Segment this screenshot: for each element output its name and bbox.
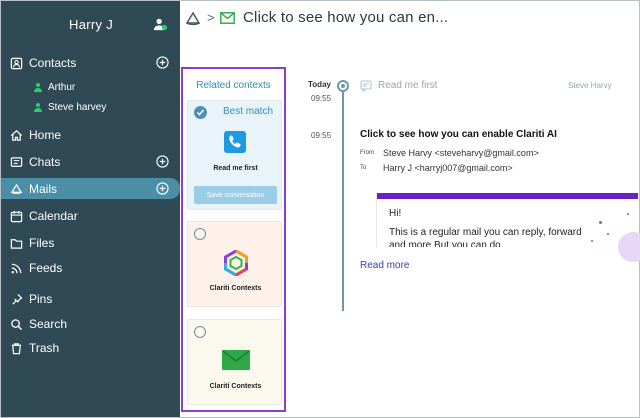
mail-body-greeting: Hi! xyxy=(389,208,402,219)
sidebar-item-label: Search xyxy=(29,317,68,331)
mail-to-label: To xyxy=(360,165,367,171)
timeline-time: 09:55 xyxy=(311,94,332,103)
sidebar-item-label: Trash xyxy=(29,341,60,355)
phone-icon xyxy=(224,131,246,153)
unselected-radio[interactable] xyxy=(194,228,206,240)
user-name: Harry J xyxy=(69,17,113,32)
related-contexts-title: Related contexts xyxy=(196,80,271,91)
sidebar-item-files[interactable]: Files xyxy=(9,233,54,253)
folder-icon xyxy=(9,236,23,250)
mail-to-value: Harry J <harryj007@gmail.com> xyxy=(383,163,513,173)
sidebar-item-label: Home xyxy=(29,128,62,142)
sidebar-item-label: Chats xyxy=(29,155,61,169)
related-contexts-panel: Related contexts Best match Read me firs… xyxy=(181,67,286,412)
context-card-label: Clariti Contexts xyxy=(209,383,262,390)
mail-subject[interactable]: Click to see how you can enable Clariti … xyxy=(360,129,557,140)
sidebar-item-chats[interactable]: Chats xyxy=(9,152,60,172)
decoration-dot xyxy=(627,213,629,215)
sidebar-item-label: Files xyxy=(29,236,55,250)
sidebar-item-label: Contacts xyxy=(29,56,77,70)
context-card-label: Clariti Contexts xyxy=(209,285,262,292)
online-user-icon xyxy=(33,102,43,112)
add-user-icon[interactable] xyxy=(153,17,167,31)
add-mail-plus-icon[interactable] xyxy=(156,182,169,195)
context-card-label: Read me first xyxy=(213,165,258,172)
search-icon xyxy=(9,317,23,331)
timeline-line xyxy=(342,86,344,311)
sidebar-item-home[interactable]: Home xyxy=(9,125,61,145)
save-conversation-button[interactable]: Save conversation xyxy=(194,186,277,204)
unselected-radio[interactable] xyxy=(194,326,206,338)
mail-logo-icon xyxy=(9,182,23,196)
decoration-blob xyxy=(618,232,640,262)
mail-from-label: From xyxy=(360,150,374,156)
home-icon xyxy=(9,128,23,142)
decoration-dot xyxy=(599,221,602,224)
contacts-icon xyxy=(9,56,23,70)
best-match-badge: Best match xyxy=(223,106,274,117)
read-more-link[interactable]: Read more xyxy=(360,260,409,271)
timeline-dot xyxy=(337,80,349,92)
mail-body-text: This is a regular mail you can reply, fo… xyxy=(389,227,582,247)
pin-icon xyxy=(9,292,23,306)
page-header: > Click to see how you can en... xyxy=(180,1,639,37)
hexagon-logo-icon xyxy=(224,250,248,276)
decoration-dot xyxy=(591,240,593,242)
timeline-note-text[interactable]: Read me first xyxy=(378,80,437,91)
sidebar-item-search[interactable]: Search xyxy=(9,314,67,334)
sidebar-item-label: Calendar xyxy=(29,209,78,223)
sidebar-item-feeds[interactable]: Feeds xyxy=(9,258,62,278)
sidebar-item-label: Pins xyxy=(29,292,53,306)
breadcrumb-separator: > xyxy=(207,10,215,25)
sidebar-item-calendar[interactable]: Calendar xyxy=(9,206,78,226)
mail-from-value: Steve Harvy <steveharvy@gmail.com> xyxy=(383,148,539,158)
chat-icon xyxy=(9,155,23,169)
trash-icon xyxy=(9,341,23,355)
contact-item-arthur[interactable]: Arthur xyxy=(33,80,75,94)
mail-body-accent-line xyxy=(377,193,638,199)
page-title[interactable]: Click to see how you can en... xyxy=(243,9,448,26)
context-card-read-me-first[interactable]: Best match Read me first Save conversati… xyxy=(187,100,282,210)
sidebar-item-pins[interactable]: Pins xyxy=(9,289,52,309)
add-contact-plus-icon[interactable] xyxy=(156,56,169,69)
envelope-icon xyxy=(220,12,235,24)
context-card-clariti-contexts-1[interactable]: Clariti Contexts xyxy=(187,221,282,307)
decoration-dot xyxy=(607,233,609,235)
contact-item-steve-harvey[interactable]: Steve harvey xyxy=(33,100,106,114)
mail-body-preview: Hi! This is a regular mail you can reply… xyxy=(376,193,638,247)
selected-check-icon[interactable] xyxy=(194,106,207,119)
contact-name: Steve harvey xyxy=(48,101,107,113)
sidebar-item-label: Mails xyxy=(29,182,58,196)
sidebar: Harry J Contacts Arthur Steve harvey Hom… xyxy=(1,1,180,417)
online-user-icon xyxy=(33,82,43,92)
mail-logo-icon[interactable] xyxy=(185,11,201,27)
envelope-icon xyxy=(222,350,250,370)
context-card-clariti-contexts-2[interactable]: Clariti Contexts xyxy=(187,319,282,405)
add-chat-plus-icon[interactable] xyxy=(156,155,169,168)
note-icon xyxy=(360,80,372,92)
sidebar-item-label: Feeds xyxy=(29,261,63,275)
sidebar-item-contacts[interactable]: Contacts xyxy=(9,53,76,73)
rss-icon xyxy=(9,261,23,275)
timeline-note-sender: Steve Harvy xyxy=(568,81,612,90)
sidebar-item-trash[interactable]: Trash xyxy=(9,338,59,358)
timeline-day: Today xyxy=(308,80,331,89)
timeline-time: 09:55 xyxy=(311,131,332,140)
calendar-icon xyxy=(9,209,23,223)
contact-name: Arthur xyxy=(48,81,76,93)
sidebar-item-mails[interactable]: Mails xyxy=(9,179,57,199)
